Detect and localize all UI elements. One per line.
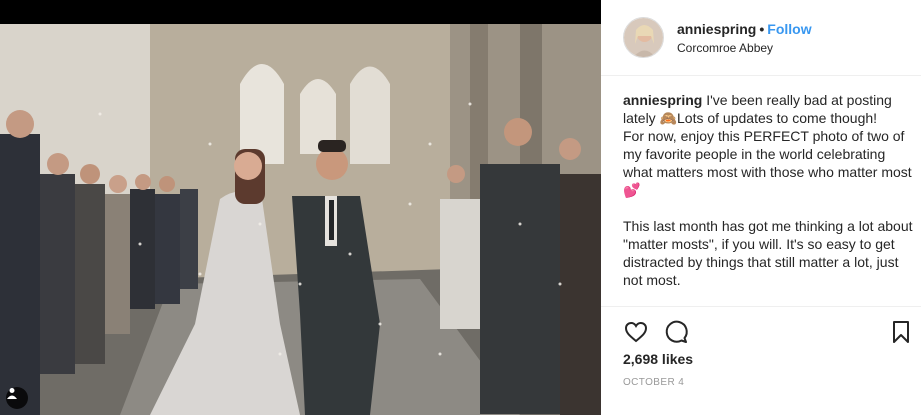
post-header: anniespring • Follow Corcomroe Abbey — [601, 0, 921, 76]
bookmark-glyph — [893, 321, 909, 343]
post-photo[interactable] — [0, 24, 601, 415]
caption-text: I've been really bad at posting lately 🙈… — [623, 92, 913, 288]
follow-button[interactable]: Follow — [767, 21, 811, 37]
post-sidebar: anniespring • Follow Corcomroe Abbey annie… — [601, 0, 921, 415]
post-date[interactable]: OCTOBER 4 — [623, 377, 684, 388]
heart-icon[interactable] — [623, 319, 649, 345]
wedding-photo-illustration — [0, 24, 601, 415]
like-count[interactable]: 2,698 likes — [623, 351, 693, 367]
avatar-image — [624, 18, 663, 57]
bookmark-icon[interactable] — [888, 319, 914, 345]
separator-dot: • — [759, 21, 765, 37]
heart-glyph — [624, 321, 648, 343]
caption-username[interactable]: anniespring — [623, 92, 702, 108]
location-link[interactable]: Corcomroe Abbey — [677, 41, 812, 55]
user-tag-glyph — [7, 388, 17, 399]
comment-glyph — [665, 320, 688, 343]
username-link[interactable]: anniespring — [677, 21, 756, 37]
comment-icon[interactable] — [663, 319, 689, 345]
user-tag-icon[interactable] — [6, 387, 28, 409]
action-bar: 2,698 likes OCTOBER 4 — [601, 306, 921, 415]
caption: anniespring I've been really bad at post… — [623, 91, 915, 305]
avatar[interactable] — [623, 17, 664, 58]
top-black-strip — [0, 0, 601, 24]
